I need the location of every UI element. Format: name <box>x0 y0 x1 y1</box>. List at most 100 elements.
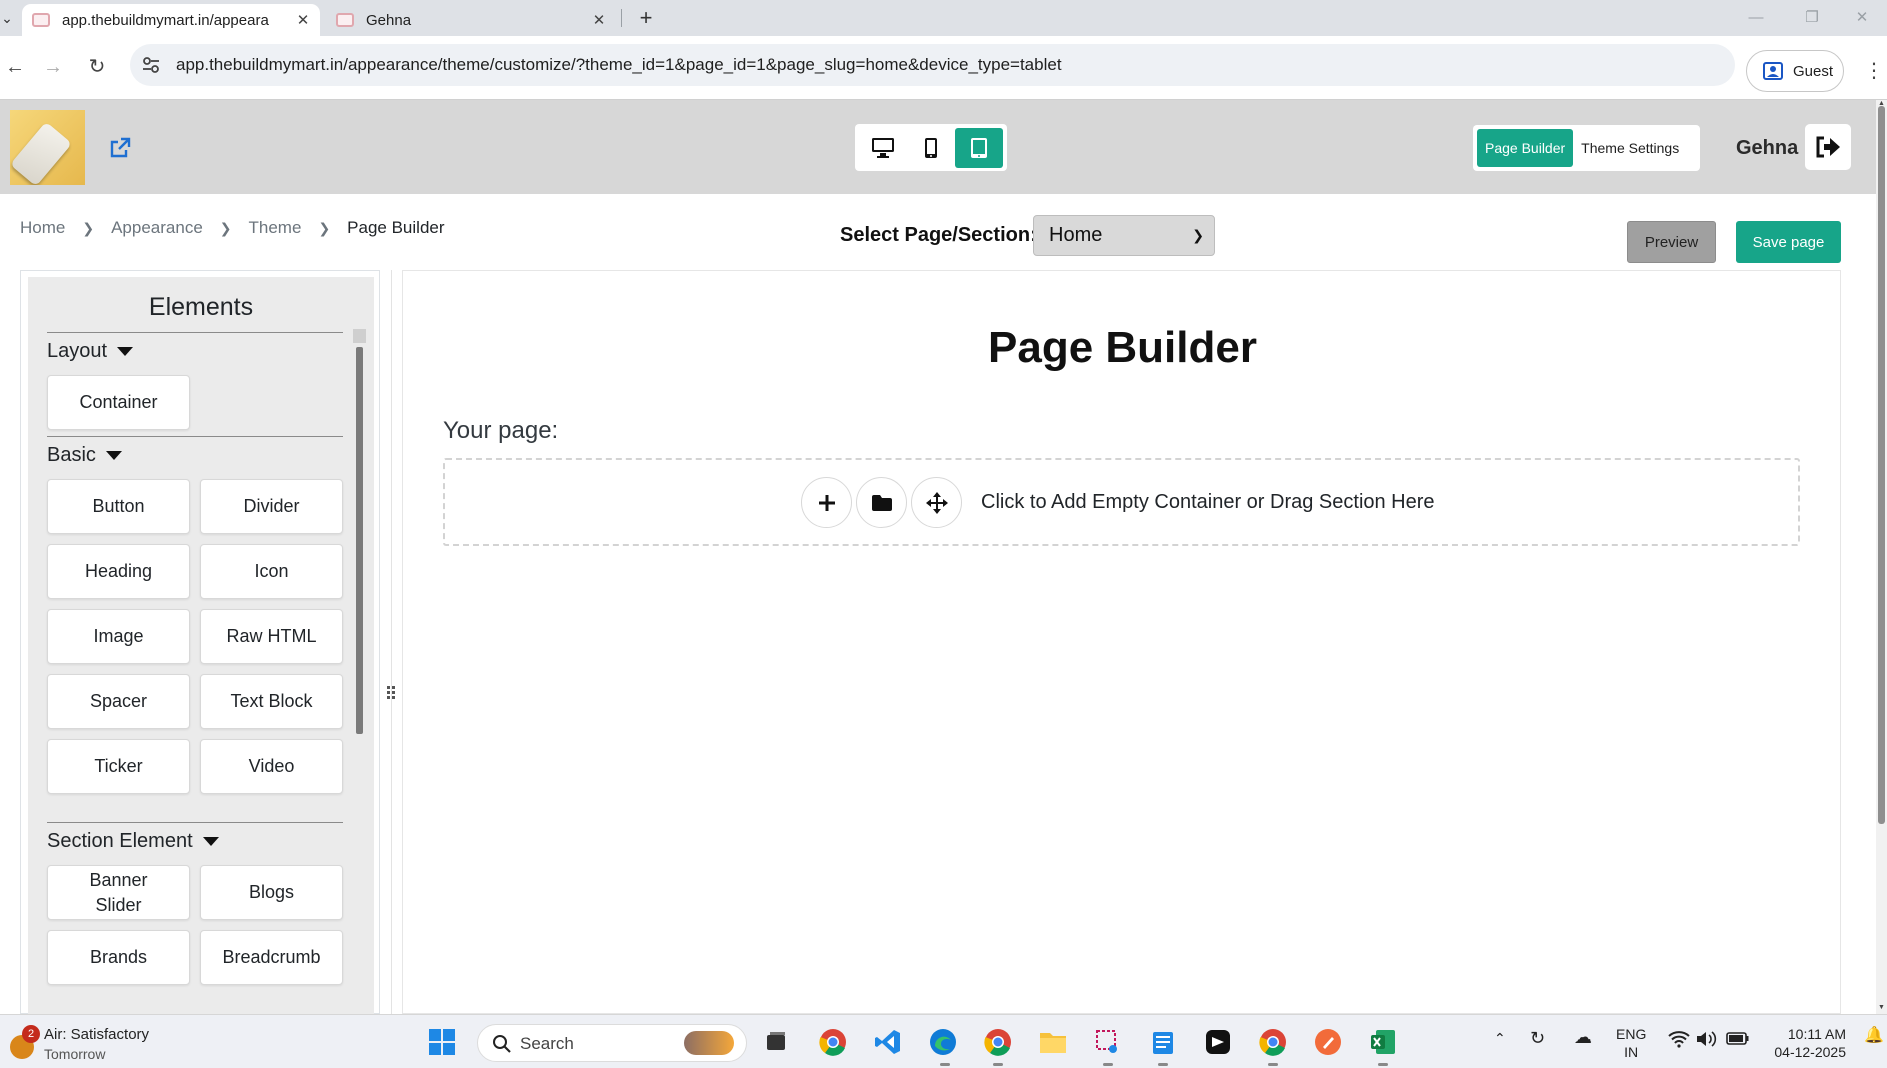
tablet-view-button[interactable] <box>955 127 1003 168</box>
taskbar-search[interactable]: Search <box>477 1024 747 1062</box>
group-label: Basic <box>47 444 96 466</box>
tab-theme-settings[interactable]: Theme Settings <box>1573 129 1687 167</box>
tab-close-icon[interactable]: ✕ <box>588 11 610 29</box>
browser-tab-strip: ⌄ app.thebuildmymart.in/appeara ✕ Gehna … <box>0 0 1887 36</box>
saved-sections-button[interactable] <box>856 477 907 528</box>
notepad-icon[interactable] <box>1147 1026 1179 1058</box>
group-toggle-layout[interactable]: Layout <box>47 340 134 363</box>
show-hidden-icons-chevron-icon[interactable]: ⌃ <box>1494 1030 1506 1047</box>
capcut-icon[interactable] <box>1202 1026 1234 1058</box>
windows-start-icon[interactable] <box>426 1026 458 1058</box>
profile-button[interactable]: Guest <box>1746 50 1844 92</box>
file-explorer-icon[interactable] <box>1037 1026 1069 1058</box>
site-info-tune-icon[interactable] <box>140 54 162 76</box>
group-toggle-section-element[interactable]: Section Element <box>47 830 219 853</box>
tab-close-icon[interactable]: ✕ <box>292 11 314 29</box>
tab-page-builder[interactable]: Page Builder <box>1477 129 1574 167</box>
tab-search-chevron-icon[interactable]: ⌄ <box>0 6 14 30</box>
clock-time: 10:11 AM <box>1787 1026 1846 1042</box>
chrome-icon[interactable] <box>1257 1026 1289 1058</box>
sync-icon[interactable]: ↻ <box>1530 1028 1545 1049</box>
onedrive-cloud-icon[interactable]: ☁ <box>1574 1027 1592 1048</box>
mobile-view-button[interactable] <box>907 128 955 168</box>
weather-widget[interactable]: 2 Air: Satisfactory Tomorrow <box>6 1025 166 1065</box>
battery-icon[interactable] <box>1726 1030 1750 1049</box>
restore-icon[interactable]: ❐ <box>1789 4 1835 32</box>
external-link-icon[interactable] <box>108 136 132 160</box>
caret-down-icon <box>202 837 219 846</box>
reload-icon[interactable]: ↻ <box>82 52 112 82</box>
panel-resize-handle[interactable] <box>386 683 396 701</box>
element-blogs[interactable]: Blogs <box>200 865 343 920</box>
element-brands[interactable]: Brands <box>47 930 190 985</box>
preview-button[interactable]: Preview <box>1627 221 1716 263</box>
browser-menu-icon[interactable]: ⋮ <box>1864 58 1884 84</box>
forward-arrow-icon[interactable]: → <box>38 52 68 82</box>
element-text-block[interactable]: Text Block <box>200 674 343 729</box>
vscode-icon[interactable] <box>872 1026 904 1058</box>
element-ticker[interactable]: Ticker <box>47 739 190 794</box>
sidebar-scrollbar[interactable] <box>353 329 366 1009</box>
element-container[interactable]: Container <box>47 375 190 430</box>
sidebar-scrollbar-thumb[interactable] <box>356 347 363 734</box>
page-scrollbar-thumb[interactable] <box>1878 106 1885 824</box>
browser-tab-active[interactable]: app.thebuildmymart.in/appeara ✕ <box>22 4 320 36</box>
volume-icon[interactable] <box>1696 1030 1718 1051</box>
add-container-button[interactable] <box>801 477 852 528</box>
language-indicator[interactable]: ENG IN <box>1616 1025 1646 1061</box>
save-page-button[interactable]: Save page <box>1736 221 1841 263</box>
page-scrollbar[interactable]: ▲ ▼ <box>1876 100 1887 1014</box>
scrollbar-track <box>353 329 366 343</box>
app-running-indicator <box>1158 1063 1168 1066</box>
window-close-icon[interactable]: ✕ <box>1839 4 1885 32</box>
chrome-icon[interactable] <box>817 1026 849 1058</box>
language-code: ENG <box>1616 1026 1647 1042</box>
element-banner-slider[interactable]: Banner Slider <box>47 865 190 920</box>
breadcrumb-appearance[interactable]: Appearance <box>111 218 203 238</box>
system-clock[interactable]: 10:11 AM 04-12-2025 <box>1766 1025 1846 1061</box>
url-text: app.thebuildmymart.in/appearance/theme/c… <box>176 55 1062 74</box>
app-running-indicator <box>993 1063 1003 1066</box>
address-bar[interactable]: app.thebuildmymart.in/appearance/theme/c… <box>130 44 1735 86</box>
chrome-icon[interactable] <box>982 1026 1014 1058</box>
element-button[interactable]: Button <box>47 479 190 534</box>
element-raw-html[interactable]: Raw HTML <box>200 609 343 664</box>
edge-icon[interactable] <box>927 1026 959 1058</box>
logout-button[interactable] <box>1805 124 1851 170</box>
divider <box>47 332 343 333</box>
back-arrow-icon[interactable]: ← <box>0 52 30 82</box>
element-image[interactable]: Image <box>47 609 190 664</box>
task-view-icon[interactable] <box>760 1026 792 1058</box>
browser-tab-gehna[interactable]: Gehna ✕ <box>326 4 616 36</box>
excel-icon[interactable] <box>1367 1026 1399 1058</box>
app-running-indicator <box>1103 1063 1113 1066</box>
windows-taskbar: 2 Air: Satisfactory Tomorrow Search ⌃ ↻ … <box>0 1014 1887 1068</box>
breadcrumb-home[interactable]: Home <box>20 218 65 238</box>
drag-section-button[interactable] <box>911 477 962 528</box>
notifications-bell-icon[interactable]: 🔔 <box>1864 1025 1884 1045</box>
wifi-icon[interactable] <box>1668 1030 1690 1051</box>
page-select-dropdown[interactable]: Home ❯ <box>1033 215 1215 256</box>
store-logo[interactable] <box>10 110 85 185</box>
element-divider[interactable]: Divider <box>200 479 343 534</box>
drop-zone-text: Click to Add Empty Container or Drag Sec… <box>981 491 1435 513</box>
site-favicon-icon <box>336 13 354 27</box>
element-heading[interactable]: Heading <box>47 544 190 599</box>
breadcrumb-current: Page Builder <box>347 218 445 237</box>
desktop-view-button[interactable] <box>859 128 907 168</box>
page-title: Page Builder <box>988 323 1257 372</box>
element-video[interactable]: Video <box>200 739 343 794</box>
minimize-icon[interactable]: — <box>1733 4 1779 32</box>
group-toggle-basic[interactable]: Basic <box>47 444 122 467</box>
breadcrumb-theme[interactable]: Theme <box>249 218 302 238</box>
element-breadcrumb[interactable]: Breadcrumb <box>200 930 343 985</box>
element-spacer[interactable]: Spacer <box>47 674 190 729</box>
notification-badge: 2 <box>22 1025 40 1043</box>
element-icon[interactable]: Icon <box>200 544 343 599</box>
new-tab-plus-icon[interactable]: + <box>631 4 661 32</box>
section-drop-zone[interactable]: Click to Add Empty Container or Drag Sec… <box>443 458 1800 546</box>
page-select-value: Home <box>1049 224 1103 246</box>
scroll-down-icon[interactable]: ▼ <box>1876 1004 1887 1012</box>
postman-icon[interactable] <box>1312 1026 1344 1058</box>
snipping-tool-icon[interactable] <box>1092 1026 1124 1058</box>
